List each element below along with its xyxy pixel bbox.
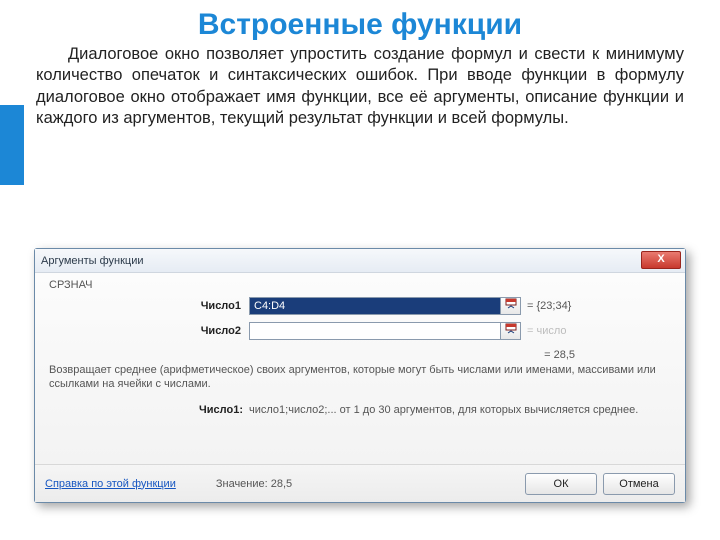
arguments-area: Число1 = {23;34} Число2	[35, 291, 685, 342]
dialog-titlebar[interactable]: Аргументы функции X	[35, 249, 685, 273]
range-selector-button[interactable]	[501, 322, 521, 340]
slide-content: Встроенные функции Диалоговое окно позво…	[0, 0, 720, 130]
result-value-label: Значение: 28,5	[216, 478, 292, 490]
argument-input-1[interactable]	[249, 297, 501, 315]
page-title: Встроенные функции	[36, 8, 684, 42]
argument-help-label: Число1:	[49, 404, 249, 416]
argument-evaluated: = {23;34}	[521, 300, 571, 312]
function-result: = 28,5	[35, 345, 685, 361]
dialog-title: Аргументы функции	[41, 255, 144, 267]
argument-help-text: число1;число2;... от 1 до 30 аргументов,…	[249, 404, 671, 416]
argument-row: Число2 = число	[49, 320, 671, 342]
intro-paragraph: Диалоговое окно позволяет упростить созд…	[36, 44, 684, 130]
close-icon: X	[657, 253, 664, 265]
argument-evaluated: = число	[521, 325, 567, 337]
argument-row: Число1 = {23;34}	[49, 295, 671, 317]
function-arguments-dialog: Аргументы функции X СРЗНАЧ Число1 = {23;…	[34, 248, 686, 503]
help-link[interactable]: Справка по этой функции	[45, 478, 176, 490]
argument-help: Число1: число1;число2;... от 1 до 30 арг…	[35, 392, 685, 416]
argument-input-wrap	[249, 297, 521, 315]
range-selector-button[interactable]	[501, 297, 521, 315]
range-selector-icon	[505, 322, 517, 340]
dialog-bottom-bar: Справка по этой функции Значение: 28,5 О…	[35, 464, 685, 502]
ok-button[interactable]: ОК	[525, 473, 597, 495]
argument-input-2[interactable]	[249, 322, 501, 340]
argument-label: Число2	[49, 325, 249, 337]
function-description: Возвращает среднее (арифметическое) свои…	[35, 361, 685, 392]
close-button[interactable]: X	[641, 251, 681, 269]
accent-side-bar	[0, 105, 24, 185]
argument-input-wrap	[249, 322, 521, 340]
range-selector-icon	[505, 297, 517, 315]
function-name: СРЗНАЧ	[35, 273, 685, 291]
cancel-button[interactable]: Отмена	[603, 473, 675, 495]
argument-label: Число1	[49, 300, 249, 312]
